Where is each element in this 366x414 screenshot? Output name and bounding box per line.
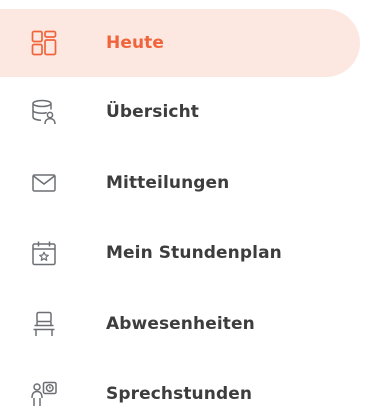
sidebar-item-uebersicht[interactable]: Übersicht <box>0 80 366 144</box>
person-clock-icon <box>31 381 57 407</box>
dashboard-icon <box>31 30 57 56</box>
calendar-star-icon <box>31 240 57 266</box>
envelope-icon <box>31 170 57 196</box>
sidebar-item-label: Heute <box>106 33 165 53</box>
sidebar-item-label: Mitteilungen <box>106 173 230 193</box>
sidebar-item-label: Übersicht <box>106 102 200 122</box>
database-user-icon <box>31 99 57 125</box>
sidebar-item-mein-stundenplan[interactable]: Mein Stundenplan <box>0 221 366 285</box>
sidebar-item-abwesenheiten[interactable]: Abwesenheiten <box>0 292 366 356</box>
sidebar-item-sprechstunden[interactable]: Sprechstunden <box>0 362 366 414</box>
sidebar-item-heute[interactable]: Heute <box>0 9 360 77</box>
sidebar-item-label: Abwesenheiten <box>106 314 255 334</box>
chair-icon <box>31 311 57 337</box>
sidebar-item-mitteilungen[interactable]: Mitteilungen <box>0 151 366 215</box>
sidebar-item-label: Sprechstunden <box>106 384 253 404</box>
sidebar-item-label: Mein Stundenplan <box>106 243 282 263</box>
sidebar-navigation: Heute Übersicht Mitteilungen Mein Stunde… <box>0 0 366 414</box>
